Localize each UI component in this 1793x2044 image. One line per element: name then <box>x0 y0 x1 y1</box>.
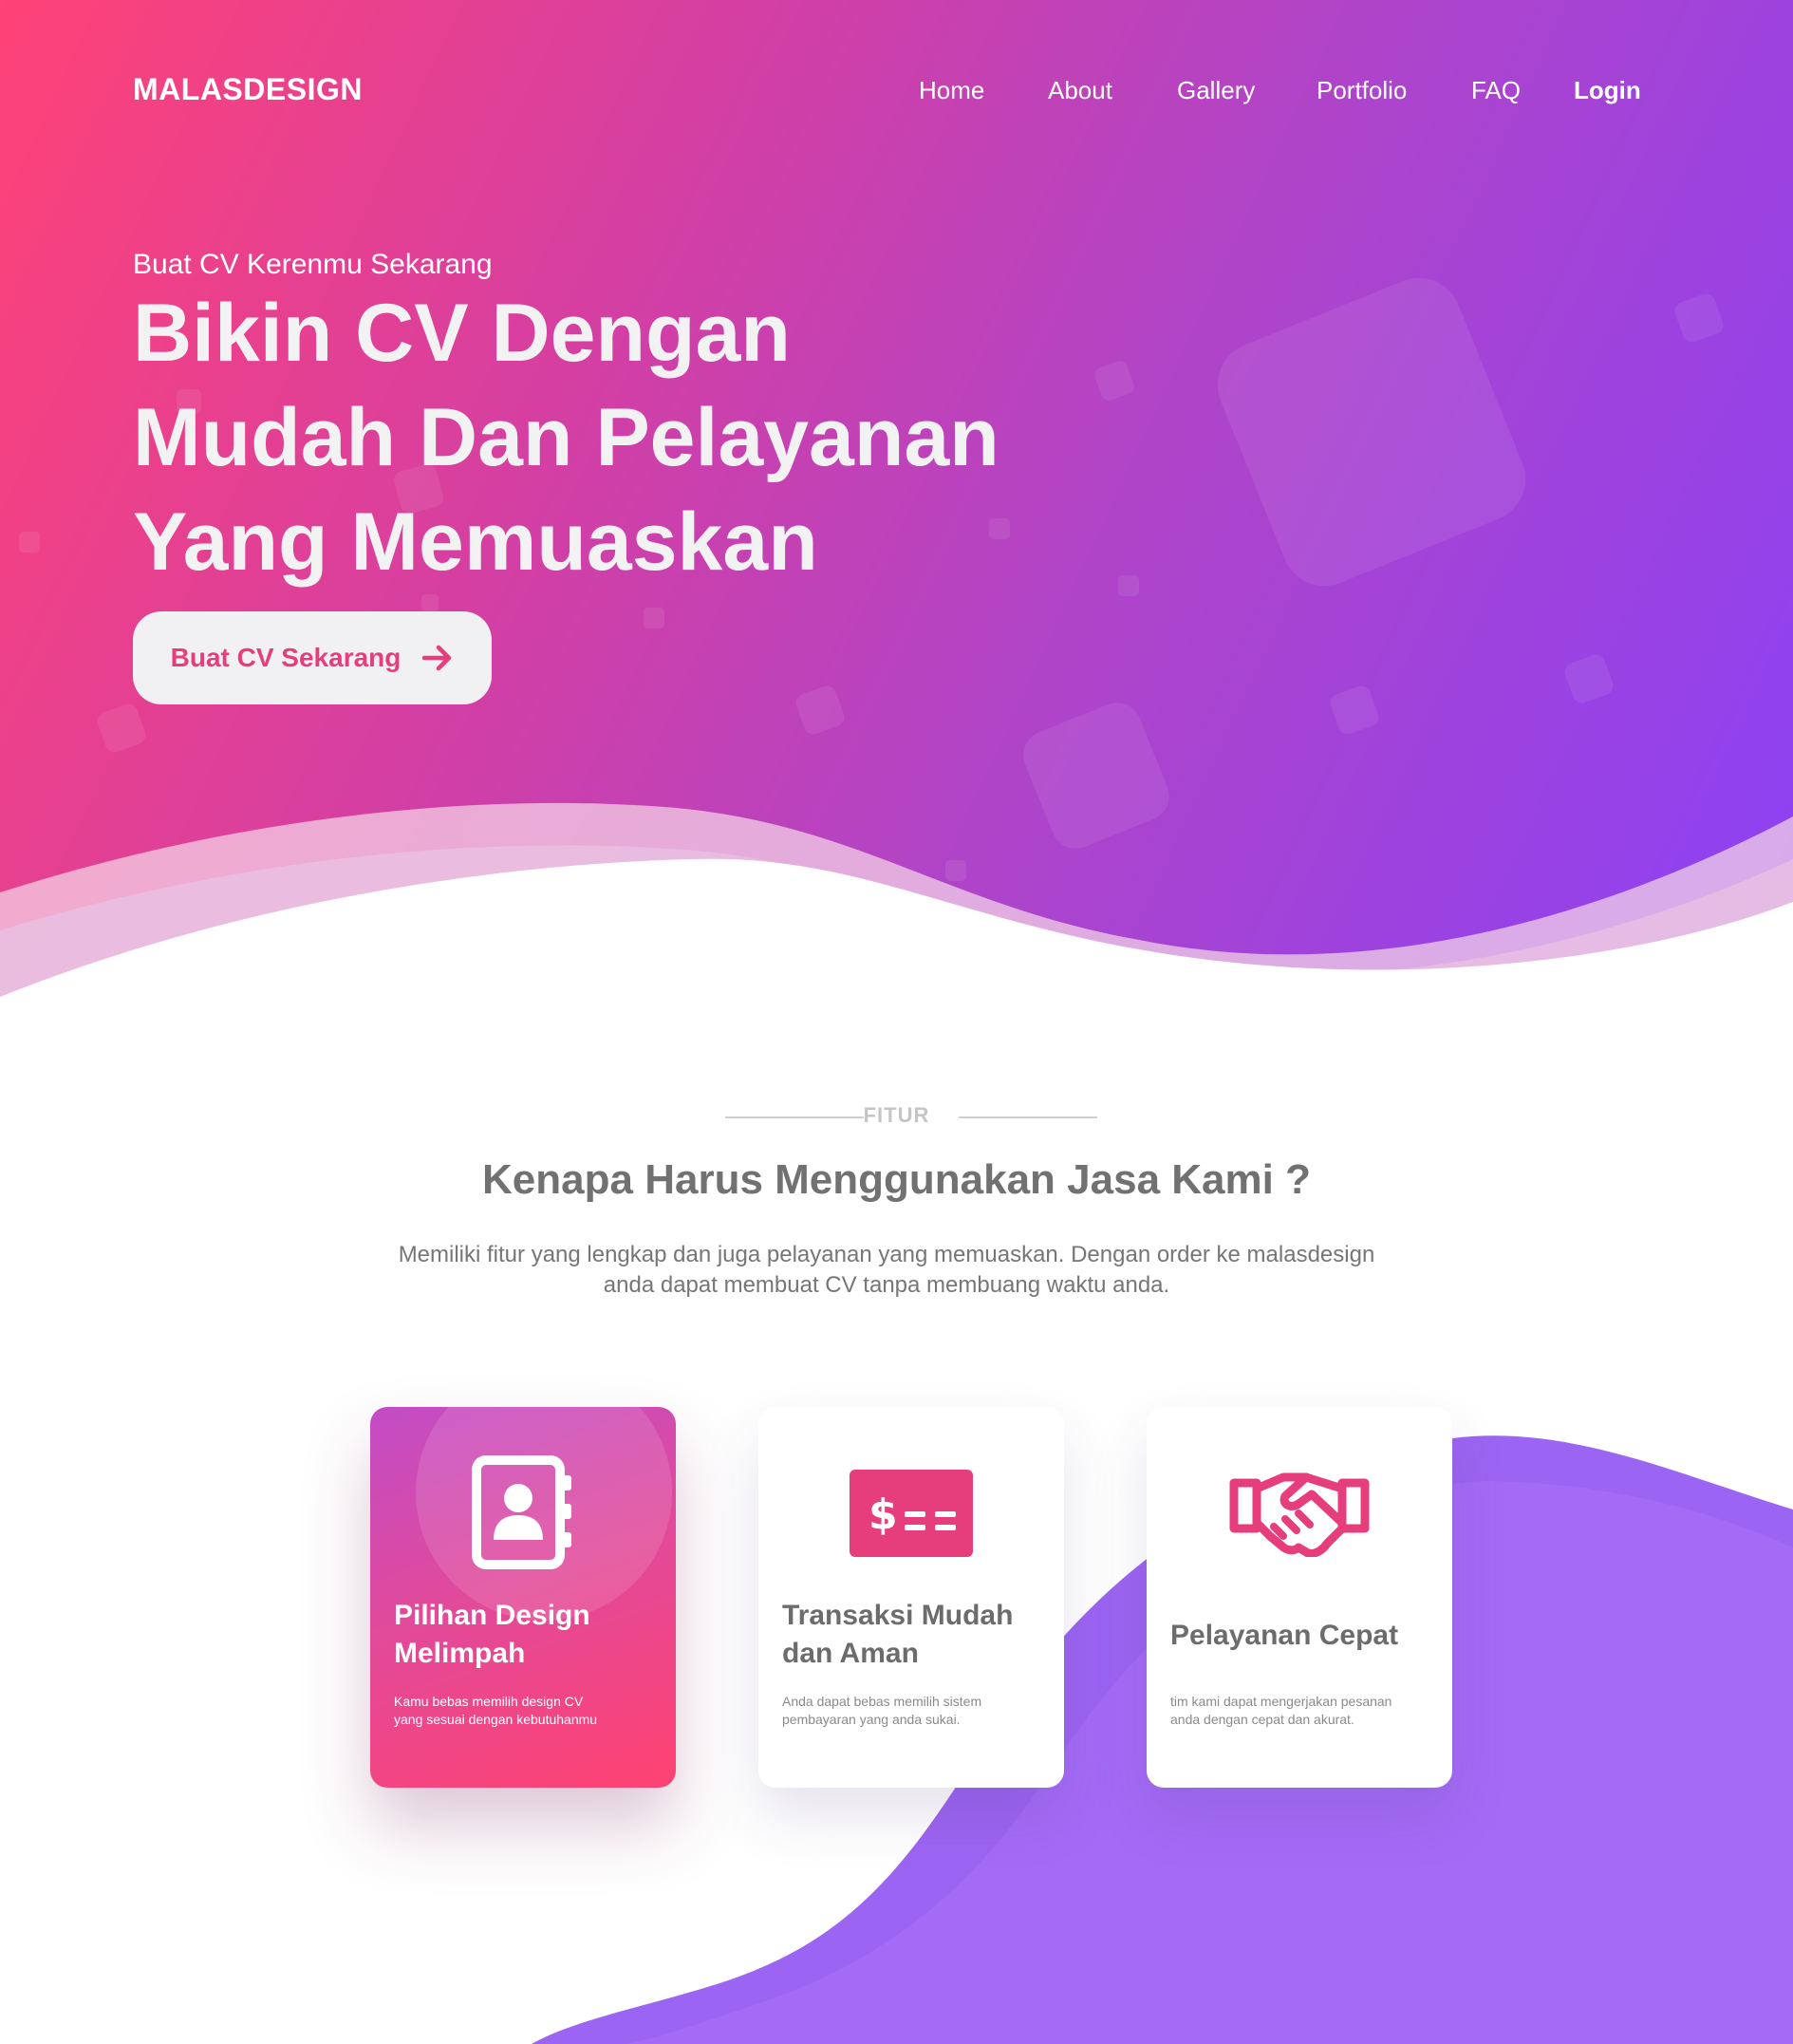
hero-title: Bikin CV Dengan Mudah Dan Pelayanan Yang… <box>133 281 1082 594</box>
nav-home[interactable]: Home <box>919 76 984 105</box>
login-link[interactable]: Login <box>1574 76 1641 105</box>
card-description-line: tim kami dapat mengerjakan pesanan <box>1170 1694 1392 1709</box>
feature-card-transaction[interactable]: $ Transaksi Mudah dan Aman Anda dapat be… <box>758 1407 1064 1788</box>
features-description-line: Memiliki fitur yang lengkap dan juga pel… <box>398 1242 1375 1267</box>
card-description-line: anda dengan cepat dan akurat. <box>1170 1712 1354 1727</box>
card-icon-wrapper <box>370 1454 676 1570</box>
card-icon-wrapper: $ <box>758 1470 1064 1557</box>
nav-about[interactable]: About <box>1048 76 1112 105</box>
card-description-line: yang sesuai dengan kebutuhanmu <box>394 1712 598 1727</box>
feature-card-service[interactable]: Pelayanan Cepat tim kami dapat mengerjak… <box>1147 1407 1452 1788</box>
payment-card-icon: $ <box>850 1470 973 1557</box>
contact-book-icon <box>472 1455 571 1569</box>
card-description-line: Anda dapat bebas memilih sistem <box>782 1694 982 1709</box>
features-description-line: anda dapat membuat CV tanpa membuang wak… <box>603 1272 1170 1298</box>
nav-gallery[interactable]: Gallery <box>1177 76 1255 105</box>
eyebrow-label: FITUR <box>863 1103 930 1127</box>
card-title-line: dan Aman <box>782 1638 919 1669</box>
hero-title-line: Mudah Dan Pelayanan <box>133 392 999 483</box>
handshake-icon <box>1229 1472 1370 1557</box>
create-cv-button-label: Buat CV Sekarang <box>170 643 402 672</box>
section-eyebrow: FITUR <box>0 1103 1793 1132</box>
card-description: Kamu bebas memilih design CV yang sesuai… <box>394 1693 641 1729</box>
svg-text:$: $ <box>868 1491 898 1539</box>
hero-wave <box>0 802 1793 1016</box>
hero-title-line: Yang Memuaskan <box>133 497 818 588</box>
card-title: Pilihan Design Melimpah <box>394 1597 660 1673</box>
card-description: tim kami dapat mengerjakan pesanan anda … <box>1170 1693 1417 1729</box>
card-description: Anda dapat bebas memilih sistem pembayar… <box>782 1693 1029 1729</box>
hero-title-line: Bikin CV Dengan <box>133 288 791 379</box>
card-icon-wrapper <box>1147 1470 1452 1557</box>
main-nav: Home About Gallery Portfolio FAQ Login <box>0 76 1793 114</box>
card-title: Pelayanan Cepat <box>1170 1620 1399 1651</box>
card-title-line: Transaksi Mudah <box>782 1600 1014 1631</box>
eyebrow-divider <box>959 1116 1097 1118</box>
create-cv-button[interactable]: Buat CV Sekarang <box>133 611 492 704</box>
features-description: Memiliki fitur yang lengkap dan juga pel… <box>374 1240 1399 1301</box>
arrow-right-icon <box>422 645 452 671</box>
nav-portfolio[interactable]: Portfolio <box>1317 76 1407 105</box>
feature-card-design[interactable]: Pilihan Design Melimpah Kamu bebas memil… <box>370 1407 676 1788</box>
card-title-line: Melimpah <box>394 1638 526 1669</box>
hero-kicker: Buat CV Kerenmu Sekarang <box>133 249 493 280</box>
nav-faq[interactable]: FAQ <box>1471 76 1521 105</box>
card-description-line: pembayaran yang anda sukai. <box>782 1712 961 1727</box>
card-description-line: Kamu bebas memilih design CV <box>394 1694 584 1709</box>
features-title: Kenapa Harus Menggunakan Jasa Kami ? <box>482 1156 1311 1203</box>
card-title: Transaksi Mudah dan Aman <box>782 1597 1048 1673</box>
card-title-line: Pilihan Design <box>394 1600 590 1631</box>
